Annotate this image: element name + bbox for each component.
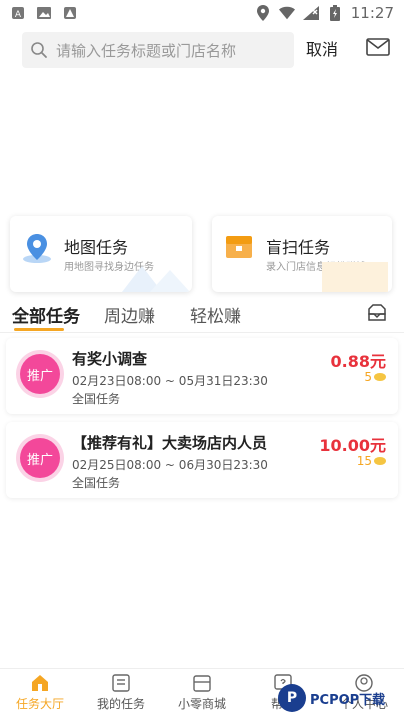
svg-text:A: A bbox=[15, 10, 22, 20]
nav-task-hall[interactable]: 任务大厅 bbox=[0, 673, 80, 712]
search-placeholder: 请输入任务标题或门店名称 bbox=[56, 41, 237, 60]
cancel-button[interactable]: 取消 bbox=[306, 36, 338, 60]
battery-icon bbox=[327, 5, 343, 21]
task-coins: 15 bbox=[357, 454, 386, 468]
location-icon bbox=[255, 5, 271, 21]
search-icon bbox=[30, 41, 48, 59]
mail-icon[interactable] bbox=[366, 38, 390, 56]
signal-icon bbox=[302, 5, 319, 21]
list-icon bbox=[111, 673, 131, 693]
wifi-icon bbox=[278, 5, 295, 21]
task-coins: 5 bbox=[364, 370, 386, 384]
coin-icon bbox=[374, 457, 386, 465]
search-bar: 请输入任务标题或门店名称 取消 bbox=[0, 28, 404, 72]
task-price: 0.88元 bbox=[330, 352, 386, 371]
watermark-text: PCPOP下载 bbox=[310, 692, 386, 708]
status-time: 11:27 bbox=[350, 4, 394, 22]
coin-icon bbox=[374, 373, 386, 381]
coin-count: 15 bbox=[356, 454, 372, 468]
notification-a-icon: A bbox=[10, 5, 26, 21]
status-bar-right: 11:27 bbox=[255, 4, 394, 22]
tab-all-tasks[interactable]: 全部任务 bbox=[12, 302, 80, 327]
task-scope: 全国任务 bbox=[72, 392, 121, 406]
image-icon bbox=[36, 5, 52, 21]
task-item[interactable]: 推广 有奖小调查 02月23日08:00 ~ 05月31日23:30 全国任务 … bbox=[6, 338, 398, 414]
scan-card-decoration bbox=[322, 262, 388, 292]
active-tab-indicator bbox=[14, 328, 64, 331]
nav-label: 我的任务 bbox=[96, 697, 145, 711]
watermark-logo: P bbox=[278, 684, 306, 712]
tabs-divider bbox=[0, 332, 404, 333]
search-input[interactable]: 请输入任务标题或门店名称 bbox=[22, 32, 294, 68]
promo-badge: 推广 bbox=[20, 438, 60, 478]
task-price: 10.00元 bbox=[319, 436, 386, 455]
notification-triangle-icon bbox=[62, 5, 78, 21]
map-card-decoration bbox=[122, 266, 190, 292]
task-time: 02月25日08:00 ~ 06月30日23:30 bbox=[72, 458, 268, 472]
task-title: 有奖小调查 bbox=[72, 350, 148, 368]
task-time: 02月23日08:00 ~ 05月31日23:30 bbox=[72, 374, 268, 388]
coin-count: 5 bbox=[364, 370, 372, 384]
status-bar: A 11:27 bbox=[0, 0, 404, 26]
task-title: 【推荐有礼】大卖场店内人员 bbox=[72, 434, 268, 452]
promo-badge: 推广 bbox=[20, 354, 60, 394]
nav-label: 任务大厅 bbox=[15, 697, 64, 711]
scan-task-card[interactable]: 盲扫任务 录入门店信息轻松赚钱 bbox=[212, 216, 392, 292]
feature-cards: 地图任务 用地图寻找身边任务 盲扫任务 录入门店信息轻松赚钱 bbox=[0, 216, 404, 292]
map-task-card[interactable]: 地图任务 用地图寻找身边任务 bbox=[10, 216, 192, 292]
home-icon bbox=[30, 673, 50, 693]
task-item[interactable]: 推广 【推荐有礼】大卖场店内人员 02月25日08:00 ~ 06月30日23:… bbox=[6, 422, 398, 498]
tab-nearby[interactable]: 周边赚 bbox=[104, 302, 155, 327]
map-pin-icon bbox=[22, 232, 52, 264]
nav-label: 小零商城 bbox=[177, 697, 226, 711]
task-tabs: 全部任务 周边赚 轻松赚 bbox=[0, 298, 404, 332]
nav-my-tasks[interactable]: 我的任务 bbox=[81, 673, 161, 712]
filter-icon[interactable] bbox=[366, 302, 388, 324]
site-watermark: P PCPOP下载 bbox=[278, 684, 385, 712]
task-scope: 全国任务 bbox=[72, 476, 121, 490]
nav-shop[interactable]: 小零商城 bbox=[162, 673, 242, 712]
tab-easy[interactable]: 轻松赚 bbox=[190, 302, 241, 327]
status-bar-left: A bbox=[10, 5, 78, 21]
scan-box-icon bbox=[224, 232, 254, 264]
shop-icon bbox=[192, 673, 212, 693]
